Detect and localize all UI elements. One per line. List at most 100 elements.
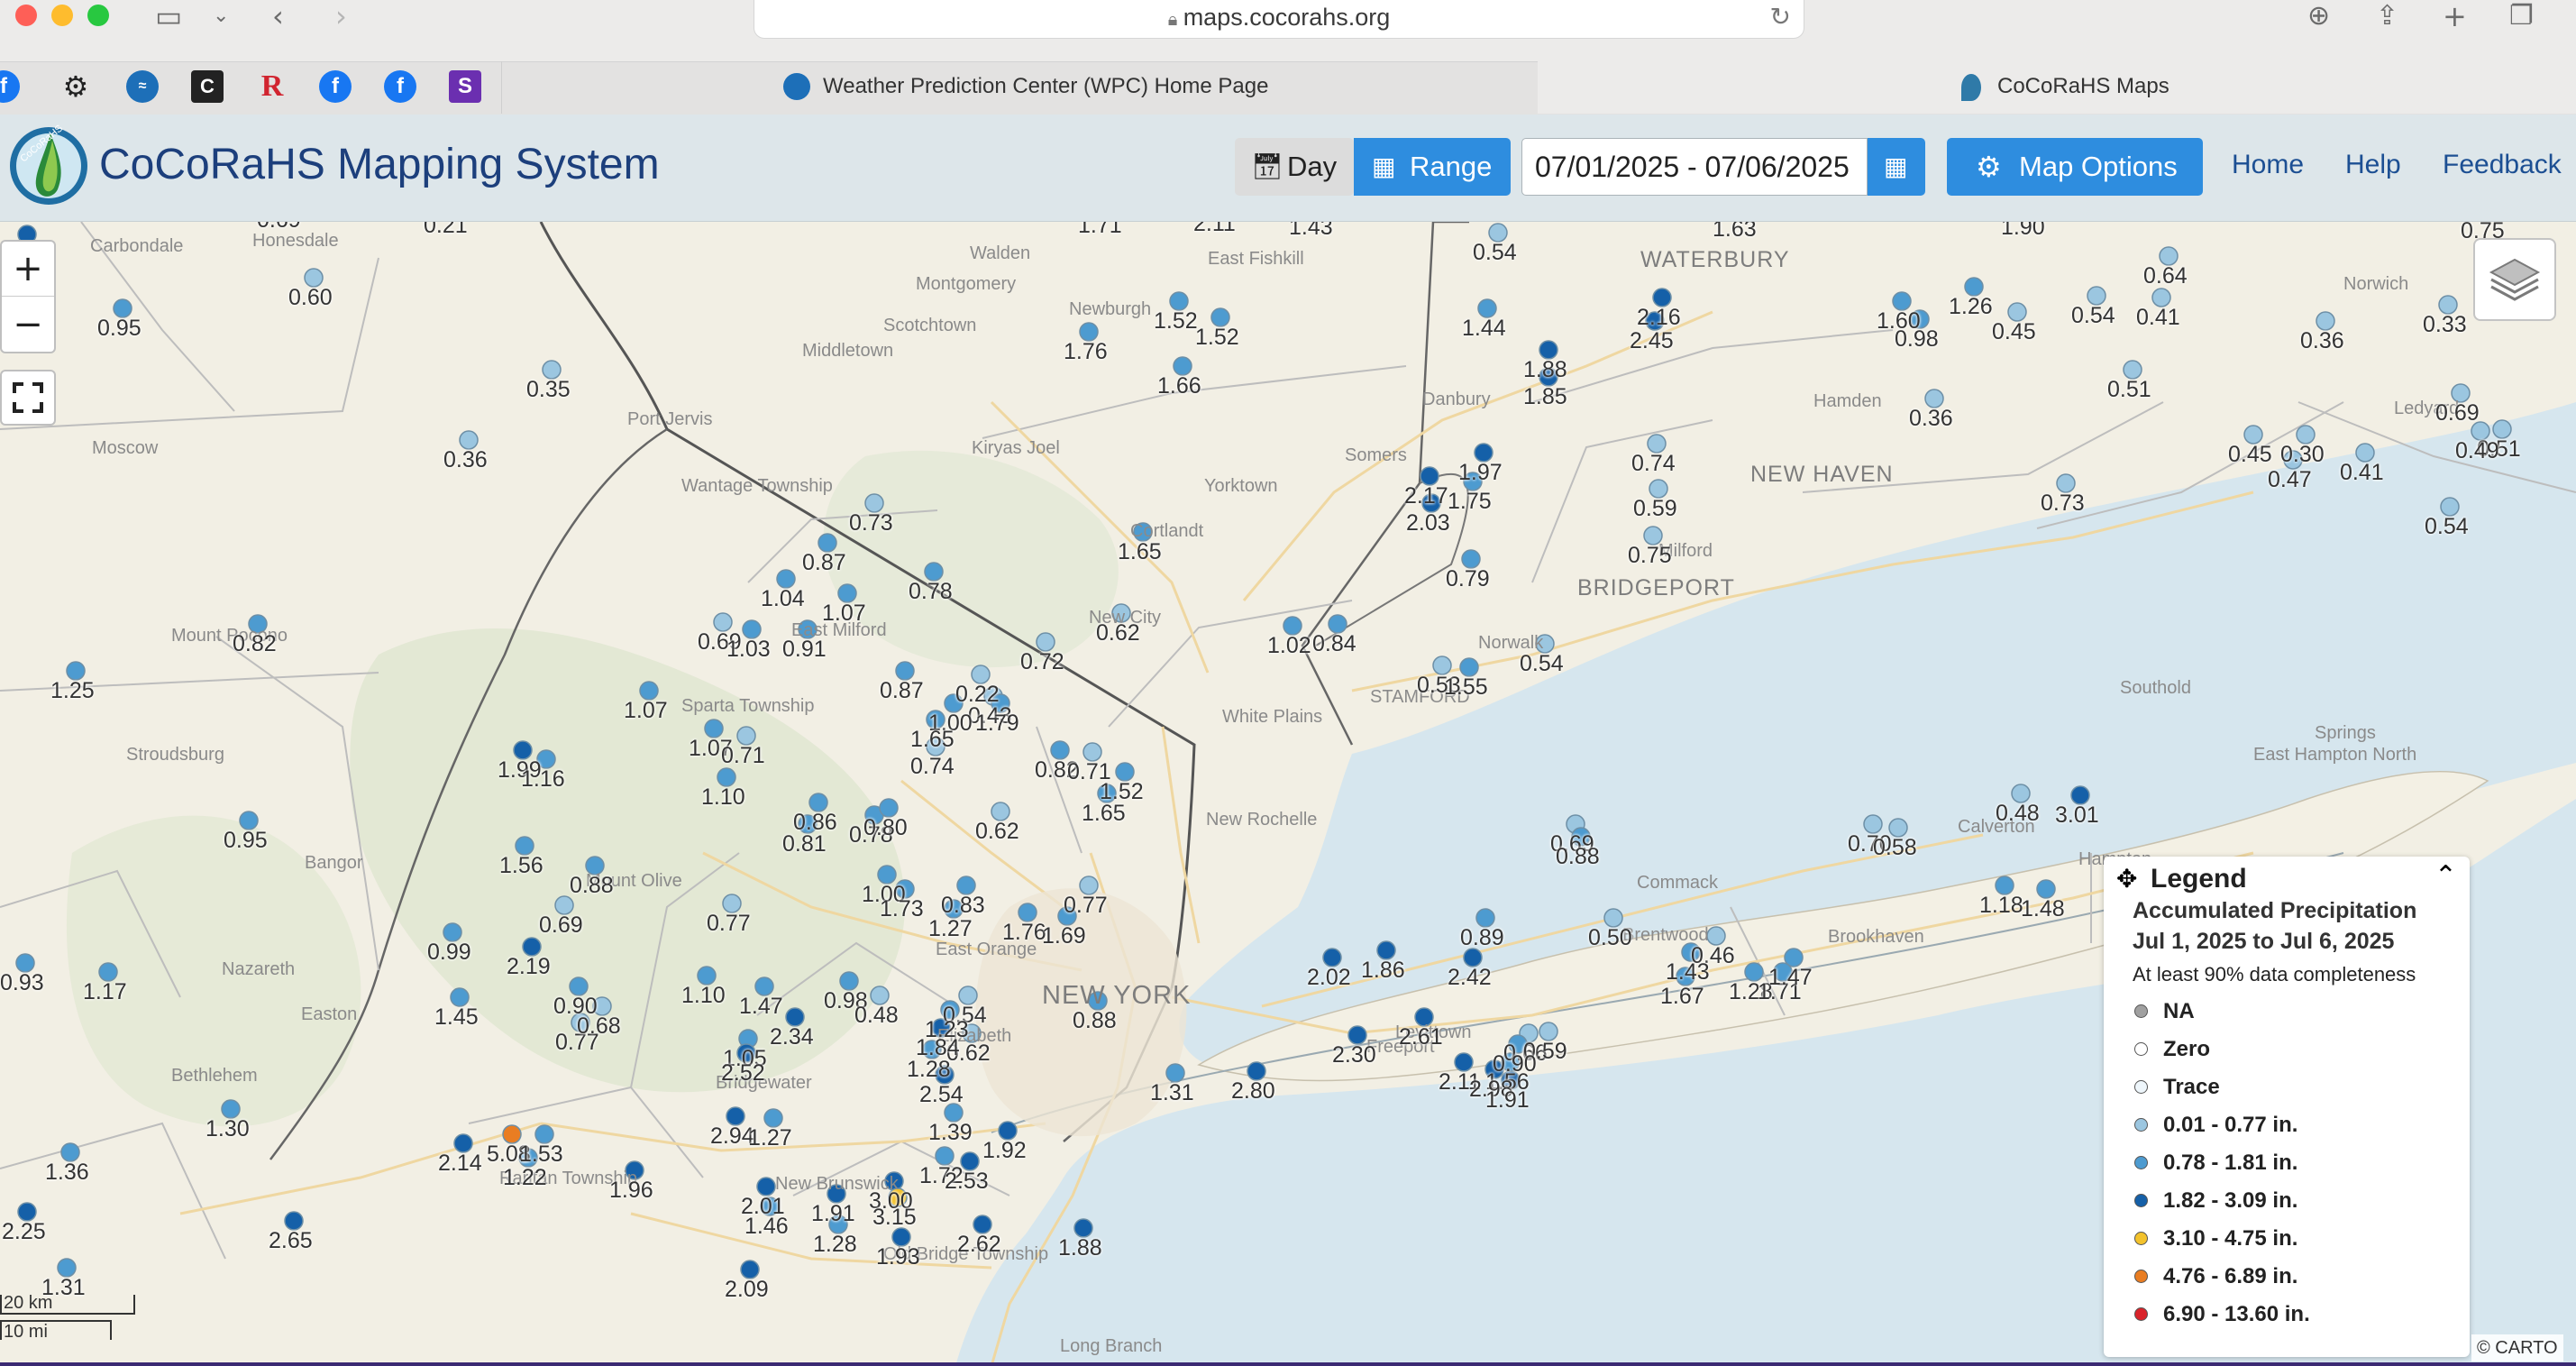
station-marker[interactable]	[1652, 288, 1672, 307]
station-marker[interactable]	[958, 986, 978, 1005]
calendar-picker-button[interactable]: ▦	[1868, 138, 1925, 196]
station-marker[interactable]	[1328, 614, 1347, 634]
station-marker[interactable]	[697, 966, 717, 986]
layers-button[interactable]	[2473, 238, 2556, 321]
collapse-icon[interactable]: ⌃	[2434, 860, 2457, 892]
station-marker[interactable]	[1420, 466, 1439, 486]
share-icon[interactable]: ⇪	[2376, 0, 2398, 32]
station-marker[interactable]	[891, 1227, 911, 1247]
station-marker[interactable]	[756, 1177, 776, 1196]
forward-icon[interactable]: ›	[335, 0, 347, 32]
station-marker[interactable]	[818, 533, 837, 553]
station-marker[interactable]	[2087, 286, 2106, 306]
station-marker[interactable]	[877, 865, 897, 885]
station-marker[interactable]	[1463, 948, 1483, 967]
station-marker[interactable]	[450, 987, 470, 1007]
station-marker[interactable]	[1169, 291, 1189, 311]
station-marker[interactable]	[60, 1142, 80, 1162]
station-marker[interactable]	[57, 1258, 77, 1278]
station-marker[interactable]	[991, 802, 1010, 821]
nav-feedback-link[interactable]: Feedback	[2443, 150, 2562, 180]
station-marker[interactable]	[2151, 288, 2171, 307]
station-marker[interactable]	[754, 976, 774, 996]
tab-overview-icon[interactable]: ❐	[2509, 0, 2534, 32]
station-marker[interactable]	[998, 1121, 1018, 1141]
station-marker[interactable]	[239, 811, 259, 830]
station-marker[interactable]	[542, 360, 562, 380]
station-marker[interactable]	[502, 1124, 522, 1144]
download-icon[interactable]: ⊕	[2307, 0, 2330, 32]
station-marker[interactable]	[960, 1151, 980, 1171]
station-marker[interactable]	[722, 894, 742, 913]
station-marker[interactable]	[1073, 1218, 1093, 1238]
station-marker[interactable]	[776, 569, 796, 589]
reload-icon[interactable]: ↻	[1770, 2, 1791, 32]
tab-cocorahs-maps[interactable]: CoCoRaHS Maps	[1538, 61, 2576, 114]
station-marker[interactable]	[1036, 632, 1055, 652]
station-marker[interactable]	[717, 767, 736, 787]
station-marker[interactable]	[1784, 948, 1804, 967]
nav-home-link[interactable]: Home	[2232, 150, 2304, 180]
station-marker[interactable]	[2011, 784, 2031, 803]
station-marker[interactable]	[2296, 425, 2316, 445]
gear-icon[interactable]: ⚙	[59, 70, 92, 103]
station-marker[interactable]	[66, 661, 86, 681]
station-marker[interactable]	[2036, 879, 2056, 899]
station-marker[interactable]	[1079, 876, 1099, 895]
station-marker[interactable]	[2056, 473, 2076, 493]
station-marker[interactable]	[1603, 908, 1623, 928]
station-marker[interactable]	[1488, 223, 1508, 243]
station-marker[interactable]	[1210, 307, 1230, 327]
station-marker[interactable]	[839, 971, 859, 991]
station-marker[interactable]	[713, 612, 733, 632]
station-marker[interactable]	[1995, 876, 2014, 895]
nav-help-link[interactable]: Help	[2345, 150, 2401, 180]
station-marker[interactable]	[785, 1007, 805, 1027]
station-marker[interactable]	[2159, 246, 2179, 266]
station-marker[interactable]	[1322, 948, 1342, 967]
station-marker[interactable]	[1459, 657, 1479, 677]
station-marker[interactable]	[726, 1106, 745, 1126]
station-marker[interactable]	[935, 1146, 955, 1166]
station-marker[interactable]	[1115, 762, 1135, 782]
station-marker[interactable]	[515, 836, 534, 856]
station-marker[interactable]	[1474, 443, 1494, 463]
station-marker[interactable]	[895, 661, 915, 681]
station-marker[interactable]	[971, 665, 991, 684]
chevron-down-icon[interactable]: ⌄	[213, 0, 229, 32]
station-marker[interactable]	[284, 1211, 304, 1231]
station-marker[interactable]	[1892, 291, 1912, 311]
station-marker[interactable]	[736, 726, 756, 746]
station-marker[interactable]	[742, 619, 762, 639]
station-marker[interactable]	[1964, 277, 1984, 297]
station-marker[interactable]	[522, 937, 542, 957]
station-marker[interactable]	[304, 268, 324, 288]
station-marker[interactable]	[1649, 479, 1668, 499]
station-marker[interactable]	[221, 1099, 241, 1119]
station-marker[interactable]	[569, 976, 589, 996]
noaa-icon[interactable]: ≈	[126, 70, 159, 103]
station-marker[interactable]	[1888, 818, 1908, 838]
station-marker[interactable]	[459, 430, 479, 450]
station-marker[interactable]	[2070, 785, 2090, 805]
station-marker[interactable]	[1432, 655, 1452, 675]
station-marker[interactable]	[1050, 740, 1070, 760]
station-marker[interactable]	[2243, 425, 2263, 445]
station-marker[interactable]	[704, 719, 724, 738]
station-marker[interactable]	[1079, 322, 1099, 342]
zoom-out-button[interactable]: −	[2, 298, 54, 352]
date-range-input[interactable]	[1521, 138, 1868, 196]
station-marker[interactable]	[1863, 814, 1883, 834]
station-marker[interactable]	[1924, 389, 1944, 408]
station-marker[interactable]	[808, 793, 828, 812]
station-marker[interactable]	[534, 1124, 554, 1144]
fullscreen-button[interactable]	[0, 370, 56, 426]
bookmark-r-icon[interactable]: R	[256, 70, 288, 103]
station-marker[interactable]	[763, 1108, 783, 1128]
station-marker[interactable]	[2492, 419, 2512, 439]
tab-wpc[interactable]: Weather Prediction Center (WPC) Home Pag…	[501, 61, 1539, 114]
station-marker[interactable]	[1461, 549, 1481, 569]
station-marker[interactable]	[837, 583, 857, 603]
station-marker[interactable]	[1018, 903, 1037, 922]
station-marker[interactable]	[2123, 360, 2142, 380]
